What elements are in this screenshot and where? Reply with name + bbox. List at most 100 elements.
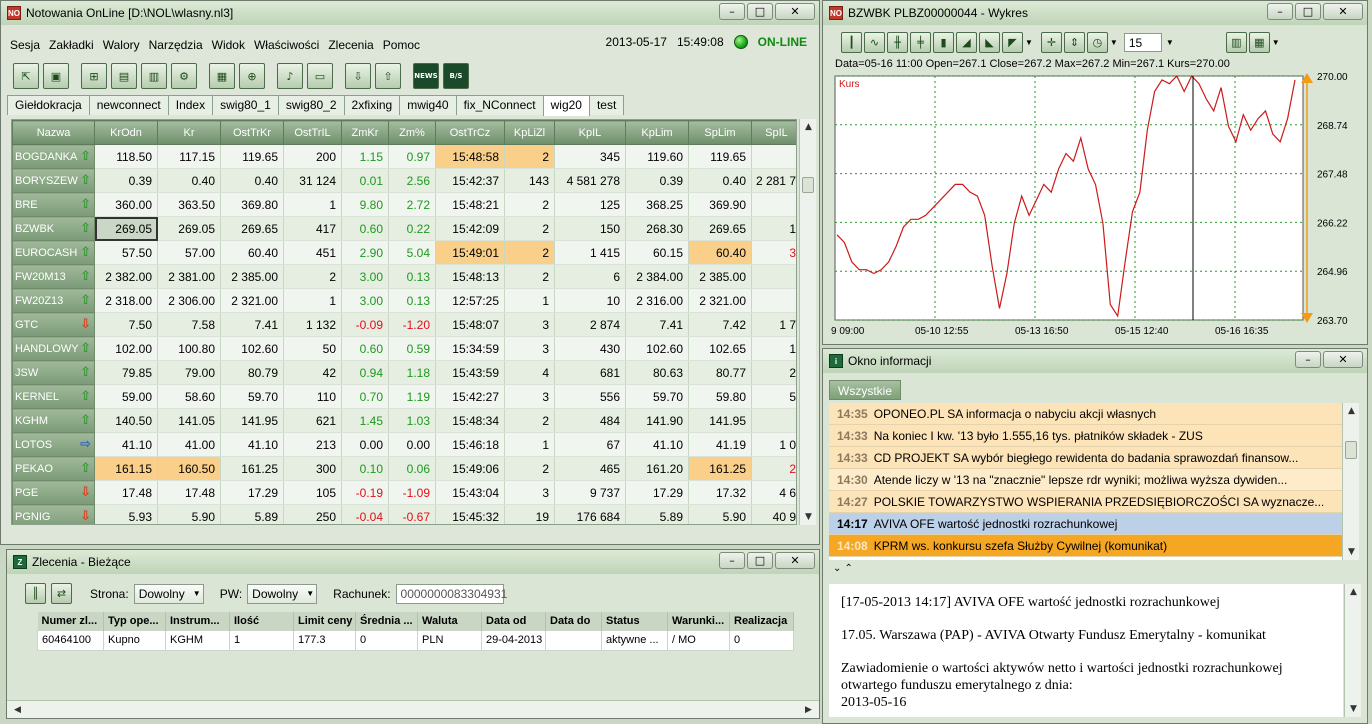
cell-osttrcz[interactable]: 15:49:06: [435, 456, 505, 481]
cell-osttril[interactable]: 31 124: [283, 168, 342, 193]
chart-settings-icon[interactable]: ▥: [1225, 32, 1247, 53]
cell-splim[interactable]: 80.77: [688, 360, 752, 385]
cell-osttril[interactable]: 417: [283, 216, 342, 241]
close-button[interactable]: ✕: [1323, 351, 1363, 368]
column-header-kpil[interactable]: KpIL: [554, 120, 626, 145]
cell-zmkr[interactable]: 3.00: [341, 288, 389, 313]
cell-spil[interactable]: [751, 408, 796, 433]
cell-osttrcz[interactable]: 15:42:27: [435, 384, 505, 409]
cell-kplizl[interactable]: 2: [504, 192, 555, 217]
minimize-button[interactable]: –: [719, 3, 745, 20]
cell-osttrcz[interactable]: 12:57:25: [435, 288, 505, 313]
orders-titlebar[interactable]: Z Zlecenia - Bieżące – □ ✕: [7, 550, 819, 574]
cell-kplim[interactable]: 59.70: [625, 384, 689, 409]
cell-splim[interactable]: 17.32: [688, 480, 752, 505]
cell-krodn[interactable]: 5.93: [94, 504, 158, 524]
cell-osttrcz[interactable]: 15:48:07: [435, 312, 505, 337]
table-row[interactable]: FW20M13 ⇧ 2 382.00 2 381.00 2 385.00 2 3.00 0.1…: [12, 264, 796, 289]
cell-kplizl[interactable]: 2: [504, 240, 555, 265]
cell-zm[interactable]: 0.22: [388, 216, 436, 241]
cell-kpil[interactable]: 9 737: [554, 480, 626, 505]
cell-kplizl[interactable]: 2: [504, 144, 555, 169]
cell-krodn[interactable]: 2 382.00: [94, 264, 158, 289]
cell-kpil[interactable]: 10: [554, 288, 626, 313]
cell-osttrcz[interactable]: 15:48:21: [435, 192, 505, 217]
close-button[interactable]: ✕: [775, 552, 815, 569]
chart-options-dropdown-icon[interactable]: ▼: [1272, 38, 1280, 47]
cell-kplizl[interactable]: 3: [504, 312, 555, 337]
cell-krodn[interactable]: 161.15: [94, 456, 158, 481]
instrument-name[interactable]: BOGDANKA ⇧: [12, 144, 95, 169]
scroll-down-icon[interactable]: ▼: [1343, 544, 1360, 560]
scroll-up-icon[interactable]: ▲: [1345, 584, 1362, 600]
minimize-button[interactable]: –: [1267, 3, 1293, 20]
point-figure-icon[interactable]: ◣: [979, 32, 1000, 53]
minimize-button[interactable]: –: [719, 552, 745, 569]
cell-kpil[interactable]: 150: [554, 216, 626, 241]
splitter-arrows-icon[interactable]: ⌄ ⌃: [833, 563, 853, 574]
cell-kr[interactable]: 5.90: [157, 504, 221, 524]
body-scrollbar[interactable]: ▲ ▼: [1344, 584, 1361, 717]
cell-splim[interactable]: 2 321.00: [688, 288, 752, 313]
cell-zmkr[interactable]: 1.45: [341, 408, 389, 433]
cell-spil[interactable]: 4 6: [751, 480, 796, 505]
cell-krodn[interactable]: 118.50: [94, 144, 158, 169]
table-row[interactable]: GTC ⇩ 7.50 7.58 7.41 1 132 -0.09 -1.20 15:48:07 3…: [12, 312, 796, 337]
news-scrollbar[interactable]: ▲ ▼: [1342, 403, 1359, 560]
cell-osttril[interactable]: 451: [283, 240, 342, 265]
cell-kpil[interactable]: 556: [554, 384, 626, 409]
cell-splim[interactable]: 2 385.00: [688, 264, 752, 289]
cell-kplim[interactable]: 119.60: [625, 144, 689, 169]
cell-krodn[interactable]: 360.00: [94, 192, 158, 217]
cell-zmkr[interactable]: 0.60: [341, 216, 389, 241]
cell-spil[interactable]: 2 281 7: [751, 168, 796, 193]
tab-swig80-1[interactable]: swig80_1: [212, 95, 279, 115]
order-column-header[interactable]: Waluta: [417, 612, 482, 630]
instrument-name[interactable]: FW20M13 ⇧: [12, 264, 95, 289]
cell-kr[interactable]: 7.58: [157, 312, 221, 337]
cell-krodn[interactable]: 17.48: [94, 480, 158, 505]
cell-krodn[interactable]: 57.50: [94, 240, 158, 265]
instrument-name[interactable]: BRE ⇧: [12, 192, 95, 217]
cell-osttrkr[interactable]: 2 321.00: [220, 288, 284, 313]
cell-kplizl[interactable]: 2: [504, 216, 555, 241]
cell-zm[interactable]: 0.59: [388, 336, 436, 361]
cell-osttrcz[interactable]: 15:42:37: [435, 168, 505, 193]
cell-osttrkr[interactable]: 60.40: [220, 240, 284, 265]
menu-narzedzia[interactable]: Narzędzia: [148, 38, 204, 52]
cell-kplizl[interactable]: 4: [504, 360, 555, 385]
cell-zm[interactable]: -1.20: [388, 312, 436, 337]
cell-osttril[interactable]: 250: [283, 504, 342, 524]
cell-osttrkr[interactable]: 161.25: [220, 456, 284, 481]
scroll-up-icon[interactable]: ▲: [1343, 403, 1360, 419]
instrument-name[interactable]: PGE ⇩: [12, 480, 95, 505]
cell-kr[interactable]: 0.40: [157, 168, 221, 193]
cell-zm[interactable]: 1.18: [388, 360, 436, 385]
cell-splim[interactable]: 7.42: [688, 312, 752, 337]
order-column-header[interactable]: Data od: [481, 612, 546, 630]
cell-kpil[interactable]: 6: [554, 264, 626, 289]
cell-kplim[interactable]: 368.25: [625, 192, 689, 217]
cell-osttrkr[interactable]: 141.95: [220, 408, 284, 433]
cell-osttrkr[interactable]: 269.65: [220, 216, 284, 241]
cell-kr[interactable]: 141.05: [157, 408, 221, 433]
cell-kplizl[interactable]: 1: [504, 288, 555, 313]
ohlc-chart-icon[interactable]: ╪: [910, 32, 931, 53]
cell-spil[interactable]: 3: [751, 240, 796, 265]
cell-zmkr[interactable]: -0.19: [341, 480, 389, 505]
cell-osttril[interactable]: 110: [283, 384, 342, 409]
cell-splim[interactable]: 41.19: [688, 432, 752, 457]
tab-test[interactable]: test: [588, 95, 625, 115]
cell-kr[interactable]: 117.15: [157, 144, 221, 169]
order-column-header[interactable]: Status: [601, 612, 668, 630]
cell-zm[interactable]: 0.06: [388, 456, 436, 481]
table-row[interactable]: KERNEL ⇧ 59.00 58.60 59.70 110 0.70 1.19 15:42:2…: [12, 384, 796, 409]
column-header-spil[interactable]: SpIL: [751, 120, 796, 145]
cell-zm[interactable]: -1.09: [388, 480, 436, 505]
cell-kplizl[interactable]: 2: [504, 456, 555, 481]
scroll-thumb[interactable]: [802, 177, 814, 193]
cell-splim[interactable]: 161.25: [688, 456, 752, 481]
menu-wlasciwosci[interactable]: Właściwości: [253, 38, 320, 52]
quotes-vertical-scrollbar[interactable]: ▲ ▼: [799, 119, 816, 525]
cell-zmkr[interactable]: 0.94: [341, 360, 389, 385]
